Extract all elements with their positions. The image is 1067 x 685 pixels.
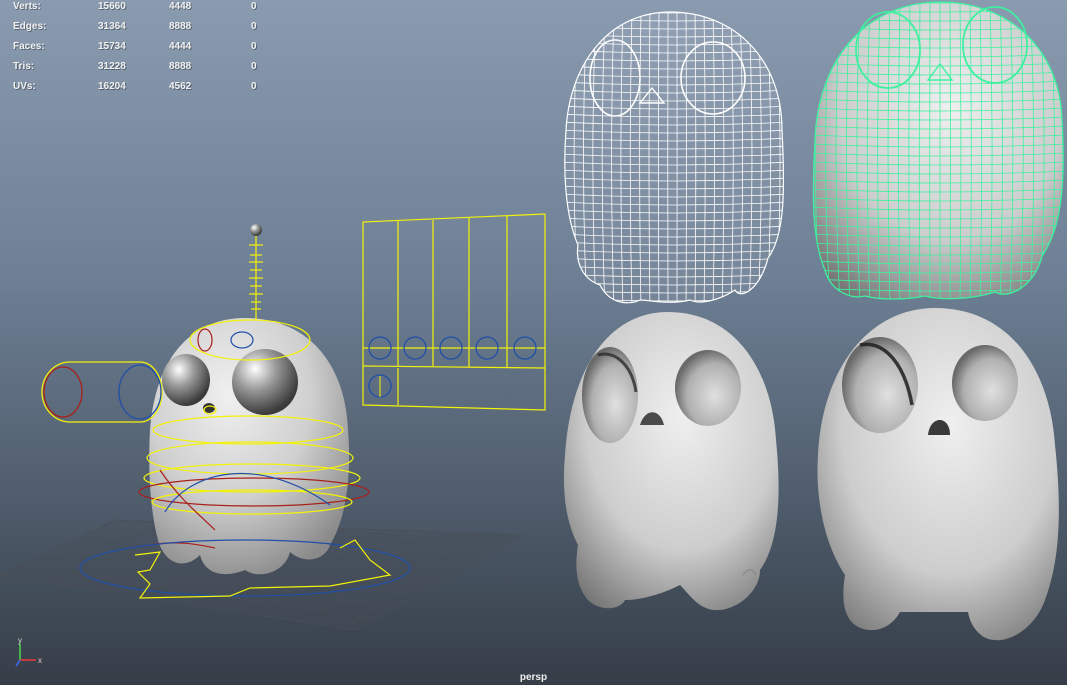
antenna-tip[interactable]	[250, 224, 262, 236]
antenna-control[interactable]	[249, 232, 263, 320]
hud-label: Faces:	[13, 41, 45, 52]
hud-label: UVs:	[13, 81, 36, 92]
hud-value: 31228	[98, 61, 126, 72]
smooth-shaded-model[interactable]	[563, 312, 779, 611]
hud-row: UVs: 16204 4562 0	[13, 80, 273, 100]
hud-value: 4562	[169, 81, 192, 92]
poly-count-hud: Verts: 15660 4448 0 Edges: 31364 8888 0 Faces: 15…	[13, 0, 273, 100]
hud-row: Faces: 15734 4444 0	[13, 40, 273, 60]
hud-value: 0	[251, 1, 257, 12]
hud-value: 8888	[169, 21, 192, 32]
camera-name-label: persp	[519, 672, 548, 683]
hud-value: 8888	[169, 61, 192, 72]
hud-value: 0	[251, 41, 257, 52]
hud-row: Tris: 31228 8888 0	[13, 60, 273, 80]
hud-value: 0	[251, 61, 257, 72]
viewport-3d[interactable]	[0, 0, 1067, 685]
hud-value: 16204	[98, 81, 126, 92]
axis-y-label: y	[18, 638, 22, 645]
hud-value: 15734	[98, 41, 126, 52]
hud-value: 0	[251, 21, 257, 32]
hud-value: 0	[251, 81, 257, 92]
left-eyeball	[162, 354, 210, 406]
hud-value: 15660	[98, 1, 126, 12]
hud-value: 4444	[169, 41, 192, 52]
wireframe-model[interactable]	[555, 10, 790, 310]
hud-value: 31364	[98, 21, 126, 32]
smooth-shaded-model-2[interactable]	[817, 308, 1059, 641]
hud-label: Tris:	[13, 61, 35, 72]
hud-label: Verts:	[13, 1, 41, 12]
eye-aim-control[interactable]	[41, 361, 163, 423]
hud-row: Verts: 15660 4448 0	[13, 0, 273, 20]
hud-row: Edges: 31364 8888 0	[13, 20, 273, 40]
hud-label: Edges:	[13, 21, 47, 32]
axis-x-label: x	[38, 656, 42, 665]
axis-gizmo-icon: y x	[15, 638, 42, 667]
selected-wireframe-model[interactable]	[805, 0, 1066, 305]
hud-value: 4448	[169, 1, 192, 12]
